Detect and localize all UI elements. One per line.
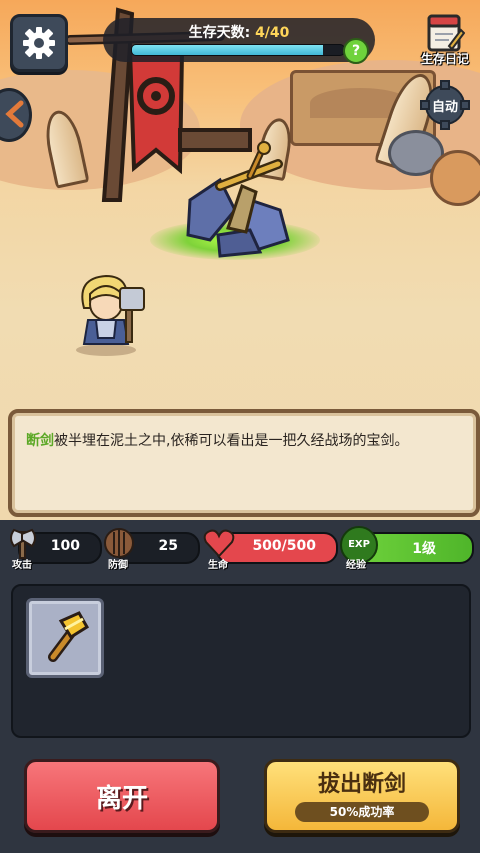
pull-sword-button[interactable]: 拔出断剑 50%成功率 (264, 759, 460, 833)
attack-value: 100 (50, 538, 80, 554)
event-dialog: 断剑被半埋在泥土之中,依稀可以看出是一把久经战场的宝剑。 (8, 409, 480, 517)
dialog-text: 断剑被半埋在泥土之中,依稀可以看出是一把久经战场的宝剑。 (26, 431, 456, 452)
survival-days-text: 生存天数: 4/40 (103, 22, 375, 42)
auto-button[interactable]: 自动 (420, 80, 470, 130)
survival-progress-bar (131, 44, 345, 56)
success-rate-badge: 50%成功率 (295, 802, 429, 822)
exp-label: 经验 (346, 560, 366, 571)
chevron-left-icon (5, 100, 24, 128)
auto-label: 自动 (431, 100, 458, 115)
golden-hammer-icon (48, 611, 90, 662)
gear-icon (23, 27, 55, 59)
diary-icon (427, 14, 465, 52)
help-button[interactable]: ? (343, 38, 369, 64)
defense-value: 25 (158, 538, 178, 554)
rock (430, 150, 480, 206)
life-label: 生命 (208, 560, 228, 571)
dialog-body: 被半埋在泥土之中,依稀可以看出是一把久经战场的宝剑。 (54, 433, 409, 449)
survival-diary-button[interactable]: 生存日记 (414, 12, 476, 70)
survival-days-panel: 生存天数: 4/40 ? (103, 18, 375, 64)
attack-label: 攻击 (12, 560, 32, 571)
survival-days-value: 4/40 (255, 25, 290, 41)
pull-sword-label: 拔出断剑 (317, 772, 406, 797)
survival-diary-label: 生存日记 (420, 52, 469, 66)
life-value: 500/500 (252, 538, 316, 554)
broken-sword-icon[interactable] (180, 140, 300, 260)
settings-button[interactable] (10, 14, 68, 72)
survival-progress-fill (132, 45, 323, 55)
defense-label: 防御 (108, 560, 128, 571)
dialog-keyword: 断剑 (26, 433, 54, 449)
exp-value: 1级 (412, 541, 436, 557)
hero-character (76, 274, 145, 356)
shield-icon (104, 528, 134, 558)
inventory-slot[interactable] (26, 598, 104, 678)
survival-days-label: 生存天数: (188, 25, 251, 41)
axe-icon (10, 528, 36, 559)
heart-icon (203, 529, 235, 558)
leave-button-label: 离开 (95, 783, 148, 814)
leave-button[interactable]: 离开 (24, 759, 220, 833)
